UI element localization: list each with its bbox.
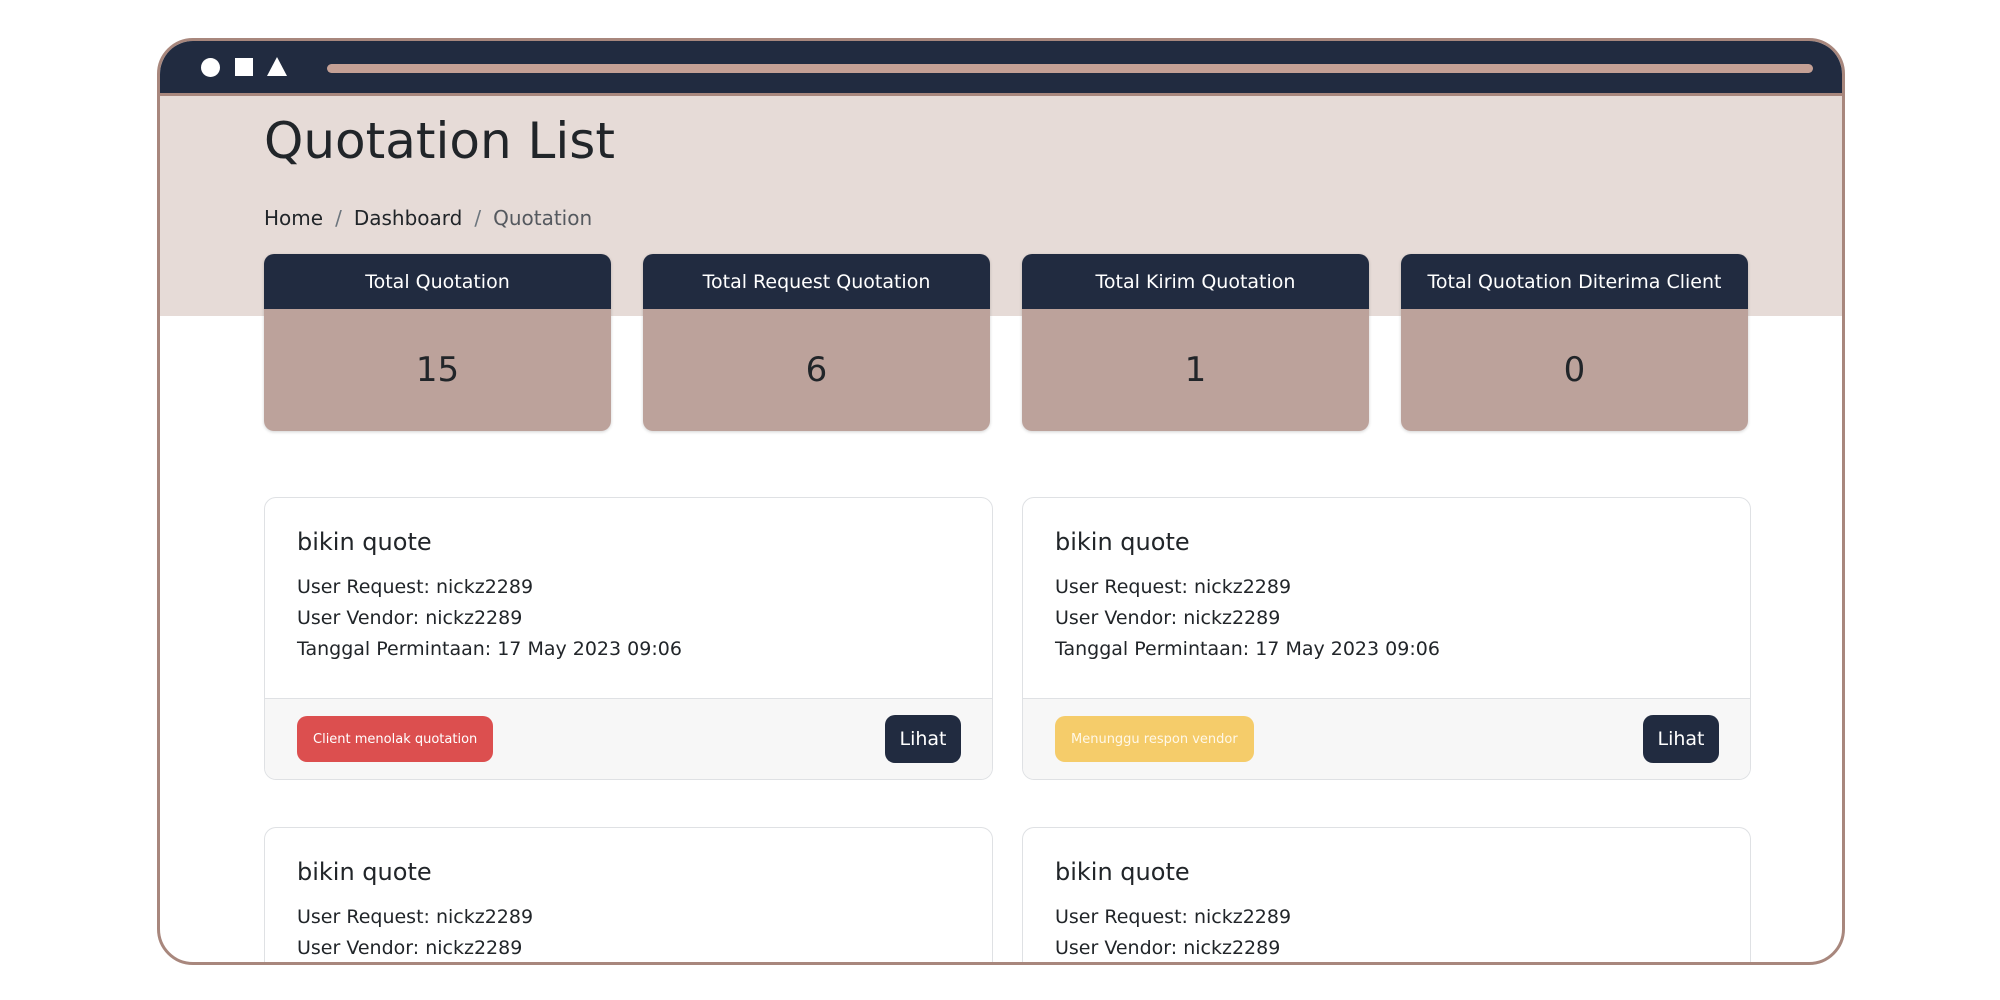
stat-label: Total Kirim Quotation bbox=[1022, 254, 1369, 309]
quote-card-footer: Client menolak quotation Lihat bbox=[265, 698, 992, 779]
stat-card-total-kirim-quotation: Total Kirim Quotation 1 bbox=[1022, 254, 1369, 431]
status-badge: Client menolak quotation bbox=[297, 716, 494, 762]
stat-label: Total Quotation Diterima Client bbox=[1401, 254, 1748, 309]
quote-card: bikin quote User Request: nickz2289 User… bbox=[264, 497, 993, 780]
stat-card-total-request-quotation: Total Request Quotation 6 bbox=[643, 254, 990, 431]
stat-value: 0 bbox=[1401, 309, 1748, 431]
breadcrumb-dashboard[interactable]: Dashboard bbox=[354, 206, 463, 230]
breadcrumb: Home / Dashboard / Quotation bbox=[264, 206, 592, 230]
page-title: Quotation List bbox=[264, 112, 615, 170]
user-request: User Request: nickz2289 bbox=[1055, 906, 1292, 928]
user-request: User Request: nickz2289 bbox=[1055, 576, 1292, 598]
breadcrumb-current: Quotation bbox=[493, 206, 593, 230]
quote-card-footer: Menunggu respon vendor Lihat bbox=[1023, 698, 1750, 779]
breadcrumb-home[interactable]: Home bbox=[264, 206, 323, 230]
status-badge: Menunggu respon vendor bbox=[1055, 716, 1254, 762]
view-button[interactable]: Lihat bbox=[1643, 715, 1719, 763]
breadcrumb-separator: / bbox=[474, 206, 482, 230]
user-vendor: User Vendor: nickz2289 bbox=[1055, 607, 1281, 629]
triangle-icon[interactable] bbox=[267, 57, 287, 76]
quote-title: bikin quote bbox=[1055, 858, 1190, 886]
address-bar[interactable] bbox=[327, 64, 1813, 73]
user-request: User Request: nickz2289 bbox=[297, 906, 534, 928]
stat-value: 15 bbox=[264, 309, 611, 431]
stat-value: 6 bbox=[643, 309, 990, 431]
quote-title: bikin quote bbox=[1055, 528, 1190, 556]
view-button[interactable]: Lihat bbox=[885, 715, 961, 763]
user-request: User Request: nickz2289 bbox=[297, 576, 534, 598]
quote-title: bikin quote bbox=[297, 528, 432, 556]
request-date: Tanggal Permintaan: 17 May 2023 09:06 bbox=[1055, 638, 1440, 660]
user-vendor: User Vendor: nickz2289 bbox=[297, 607, 523, 629]
stat-label: Total Request Quotation bbox=[643, 254, 990, 309]
quote-card: bikin quote User Request: nickz2289 User… bbox=[1022, 497, 1751, 780]
quote-card: bikin quote User Request: nickz2289 User… bbox=[1022, 827, 1751, 962]
square-icon[interactable] bbox=[235, 58, 253, 76]
circle-icon[interactable] bbox=[201, 58, 220, 77]
stat-card-total-quotation: Total Quotation 15 bbox=[264, 254, 611, 431]
breadcrumb-separator: / bbox=[335, 206, 342, 230]
user-vendor: User Vendor: nickz2289 bbox=[1055, 937, 1281, 959]
quote-card: bikin quote User Request: nickz2289 User… bbox=[264, 827, 993, 962]
browser-window: Quotation List Home / Dashboard / Quotat… bbox=[157, 38, 1845, 965]
window-titlebar bbox=[160, 41, 1842, 96]
quote-title: bikin quote bbox=[297, 858, 432, 886]
stat-card-total-diterima-client: Total Quotation Diterima Client 0 bbox=[1401, 254, 1748, 431]
user-vendor: User Vendor: nickz2289 bbox=[297, 937, 523, 959]
request-date: Tanggal Permintaan: 17 May 2023 09:06 bbox=[297, 638, 682, 660]
stat-label: Total Quotation bbox=[264, 254, 611, 309]
stat-value: 1 bbox=[1022, 309, 1369, 431]
